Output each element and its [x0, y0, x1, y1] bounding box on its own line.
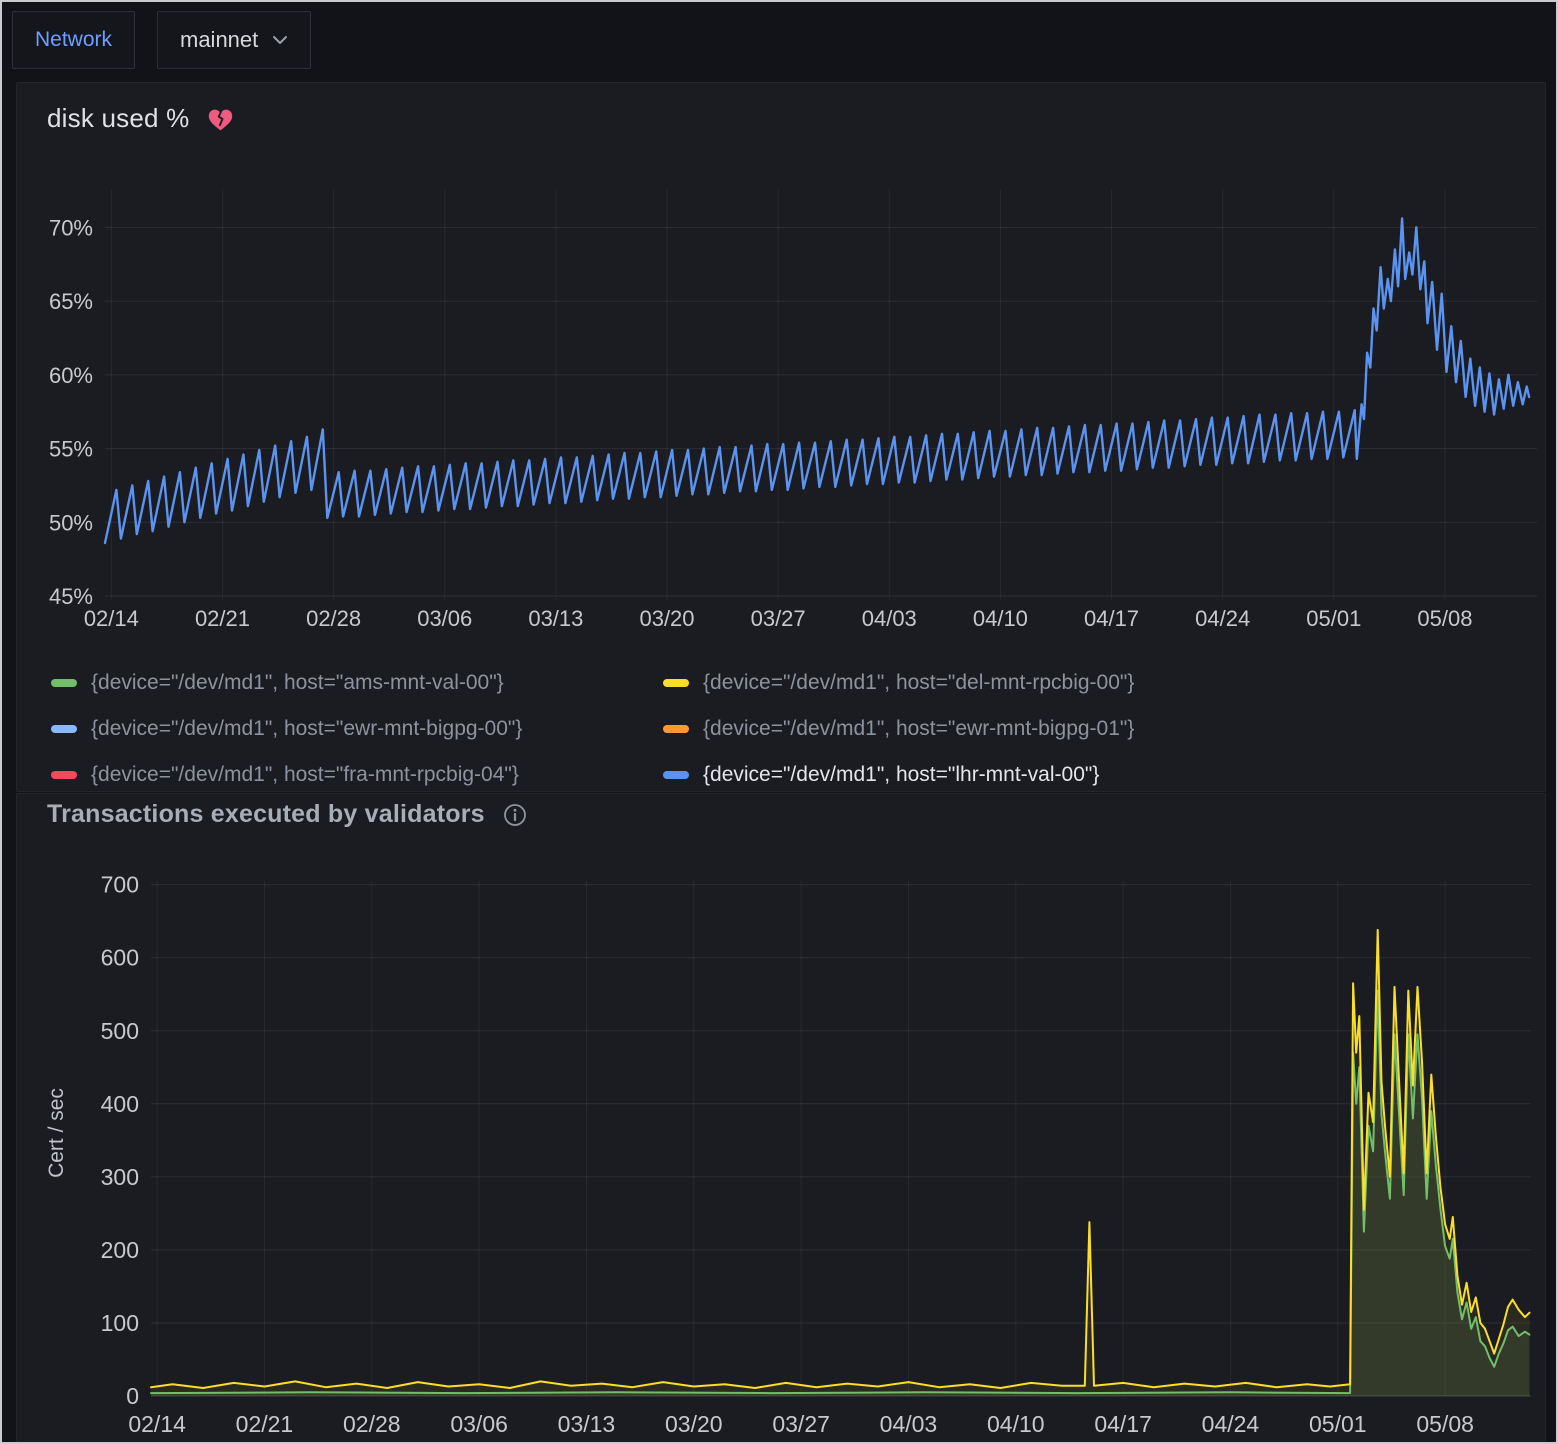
chevron-down-icon[interactable] — [272, 35, 288, 45]
y-tick-label: 200 — [101, 1237, 139, 1263]
legend-item[interactable]: {device="/dev/md1", host="fra-mnt-rpcbig… — [51, 752, 663, 798]
legend-series-dash — [663, 679, 689, 687]
x-tick-label: 05/01 — [1306, 606, 1361, 631]
network-variable-label-box: Network — [12, 11, 135, 69]
y-tick-label: 600 — [101, 945, 139, 971]
panel-transactions-title[interactable]: Transactions executed by validators — [47, 800, 485, 829]
legend-series-label: {device="/dev/md1", host="ams-mnt-val-00… — [91, 671, 504, 695]
x-tick-label: 02/14 — [84, 606, 139, 631]
legend-series-dash — [663, 725, 689, 733]
network-variable-label: Network — [35, 28, 112, 52]
disk-used-pct-plot: 02/14 02/21 02/28 03/06 03/13 03/20 03/27 04/03… — [17, 174, 1545, 654]
broken-heart-icon — [207, 106, 234, 132]
series-line — [151, 991, 1530, 1394]
y-tick-label: 45% — [49, 584, 93, 609]
y-tick-label: 0 — [126, 1383, 139, 1409]
y-tick-label: 55% — [49, 437, 93, 462]
x-tick-label: 03/06 — [417, 606, 472, 631]
panel-disk-used-title[interactable]: disk used % — [47, 103, 189, 134]
tx-by-validators-plot: 02/14 02/21 02/28 03/06 03/13 03/20 03/27 04/03… — [17, 857, 1545, 1444]
legend-series-label: {device="/dev/md1", host="lhr-mnt-val-00… — [703, 763, 1099, 787]
y-tick-label: 70% — [49, 215, 93, 240]
x-tick-label: 04/24 — [1195, 606, 1250, 631]
x-tick-label: 02/21 — [195, 606, 250, 631]
legend-series-label: {device="/dev/md1", host="ewr-mnt-bigpg-… — [91, 717, 522, 741]
x-tick-label: 03/27 — [772, 1411, 830, 1437]
x-tick-label: 04/03 — [862, 606, 917, 631]
x-tick-label: 05/01 — [1309, 1411, 1367, 1437]
legend-series-dash — [51, 725, 77, 733]
x-tick-label: 03/06 — [450, 1411, 508, 1437]
y-axis-title: Cert / sec — [45, 1088, 69, 1178]
y-tick-label: 400 — [101, 1091, 139, 1117]
legend-item[interactable]: {device="/dev/md1", host="lhr-mnt-val-00… — [663, 752, 1545, 798]
x-tick-label: 04/10 — [987, 1411, 1045, 1437]
legend-series-dash — [51, 771, 77, 779]
y-tick-label: 500 — [101, 1018, 139, 1044]
x-tick-label: 04/03 — [880, 1411, 938, 1437]
x-tick-label: 03/20 — [665, 1411, 723, 1437]
panel-transactions: Transactions executed by validators 02/1… — [16, 793, 1546, 1444]
x-tick-label: 02/21 — [236, 1411, 294, 1437]
legend-series-label: {device="/dev/md1", host="fra-mnt-rpcbig… — [91, 763, 519, 787]
legend-series-dash — [51, 679, 77, 687]
x-tick-label: 04/17 — [1094, 1411, 1152, 1437]
legend-item[interactable]: {device="/dev/md1", host="ewr-mnt-bigpg-… — [51, 706, 663, 752]
series-line — [105, 219, 1529, 544]
panel-disk-used: disk used % 02/14 02/21 02/28 03/06 03/13 03/… — [16, 82, 1546, 792]
y-tick-label: 50% — [49, 510, 93, 535]
x-tick-label: 03/13 — [558, 1411, 616, 1437]
x-tick-label: 04/10 — [973, 606, 1028, 631]
series-line — [151, 930, 1530, 1388]
panel-disk-used-header: disk used % — [17, 83, 1545, 134]
network-variable-value[interactable]: mainnet — [180, 27, 258, 53]
transactions-chart[interactable]: 02/14 02/21 02/28 03/06 03/13 03/20 03/27 04/03… — [17, 857, 1545, 1444]
legend-item[interactable]: {device="/dev/md1", host="ewr-mnt-bigpg-… — [663, 706, 1545, 752]
x-tick-label: 04/17 — [1084, 606, 1139, 631]
legend-series-label: {device="/dev/md1", host="ewr-mnt-bigpg-… — [703, 717, 1134, 741]
x-tick-label: 02/14 — [128, 1411, 186, 1437]
info-circle-icon[interactable] — [503, 803, 527, 827]
legend-item[interactable]: {device="/dev/md1", host="ams-mnt-val-00… — [51, 660, 663, 706]
disk-used-chart[interactable]: 02/14 02/21 02/28 03/06 03/13 03/20 03/27 04/03… — [17, 174, 1545, 654]
disk-legend: {device="/dev/md1", host="ams-mnt-val-00… — [17, 660, 1545, 798]
x-tick-label: 03/27 — [751, 606, 806, 631]
legend-series-label: {device="/dev/md1", host="del-mnt-rpcbig… — [703, 671, 1134, 695]
x-tick-label: 03/20 — [639, 606, 694, 631]
network-variable-dropdown[interactable]: mainnet — [157, 11, 311, 69]
x-tick-label: 02/28 — [343, 1411, 401, 1437]
grafana-dashboard: Network mainnet disk used % 02/1402/2102… — [0, 0, 1558, 1444]
x-tick-label: 02/28 — [306, 606, 361, 631]
y-tick-label: 700 — [101, 872, 139, 898]
y-tick-label: 100 — [101, 1310, 139, 1336]
x-tick-label: 03/13 — [528, 606, 583, 631]
legend-series-dash — [663, 771, 689, 779]
y-tick-label: 60% — [49, 363, 93, 388]
y-tick-label: 300 — [101, 1164, 139, 1190]
x-tick-label: 05/08 — [1416, 1411, 1474, 1437]
x-tick-label: 05/08 — [1417, 606, 1472, 631]
panel-transactions-header: Transactions executed by validators — [17, 794, 1545, 829]
x-tick-label: 04/24 — [1202, 1411, 1260, 1437]
y-tick-label: 65% — [49, 289, 93, 314]
legend-item[interactable]: {device="/dev/md1", host="del-mnt-rpcbig… — [663, 660, 1545, 706]
